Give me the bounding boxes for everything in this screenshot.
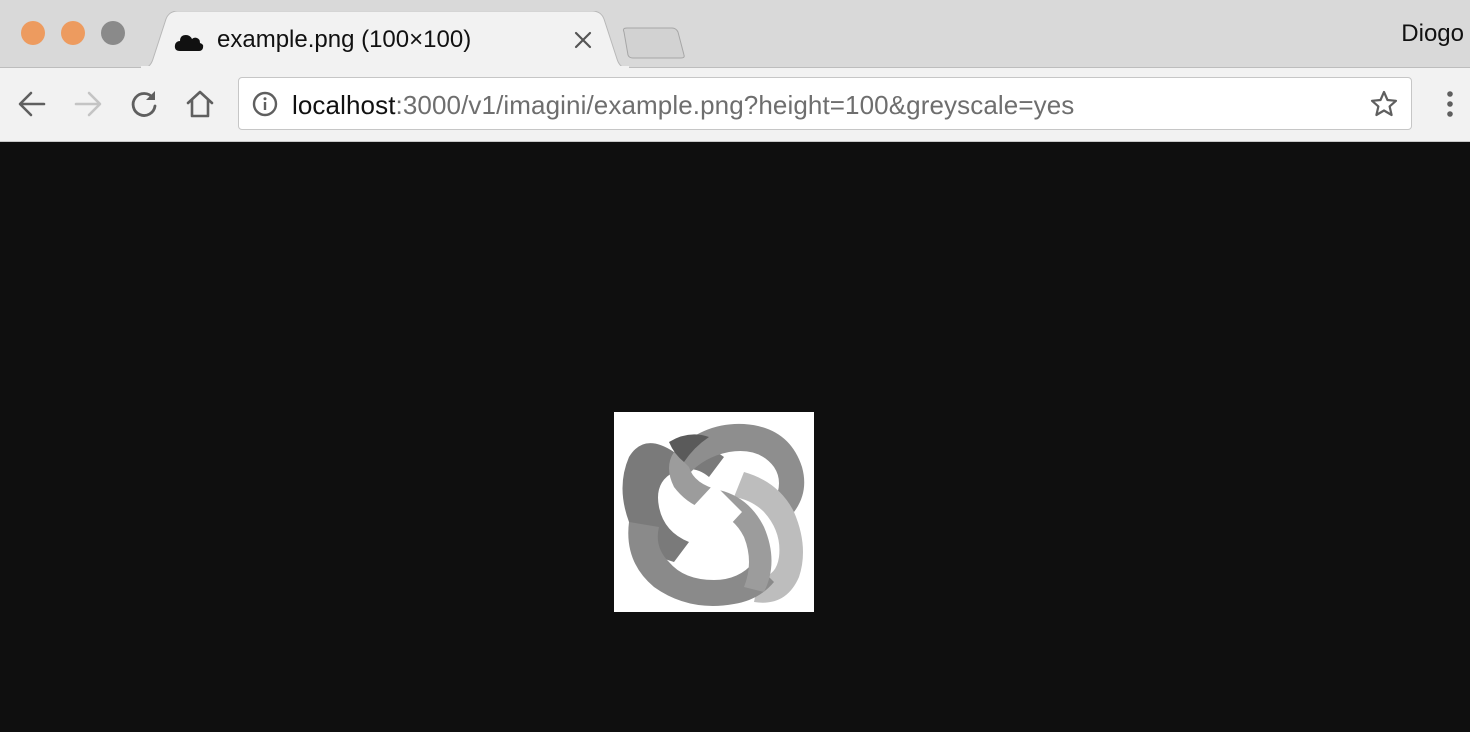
back-button[interactable]	[14, 86, 50, 122]
new-tab-button[interactable]	[618, 26, 686, 60]
window-maximize-button[interactable]	[101, 21, 125, 45]
home-button[interactable]	[182, 86, 218, 122]
tab-title: example.png (100×100)	[217, 26, 472, 53]
window-minimize-button[interactable]	[61, 21, 85, 45]
page-viewport	[0, 142, 1470, 732]
greyscale-knot-image	[614, 412, 814, 612]
home-icon	[186, 90, 214, 118]
tab-active[interactable]: example.png (100×100)	[140, 11, 630, 69]
back-arrow-icon	[18, 91, 46, 117]
kebab-menu-icon	[1447, 91, 1453, 117]
address-bar[interactable]: localhost:3000/v1/imagini/example.png?he…	[238, 77, 1412, 130]
toolbar: localhost:3000/v1/imagini/example.png?he…	[0, 68, 1470, 142]
star-icon[interactable]	[1369, 89, 1399, 119]
forward-arrow-icon	[74, 91, 102, 117]
close-icon[interactable]	[570, 27, 596, 53]
url-host: localhost	[292, 90, 396, 120]
menu-button[interactable]	[1432, 86, 1468, 122]
browser-window: example.png (100×100) Diogo localhost:30…	[0, 0, 1470, 732]
cloud-icon	[174, 31, 204, 53]
url-path: :3000/v1/imagini/example.png?height=100&…	[395, 90, 1075, 120]
forward-button[interactable]	[70, 86, 106, 122]
reload-button[interactable]	[126, 86, 162, 122]
url-text[interactable]: localhost:3000/v1/imagini/example.png?he…	[292, 90, 1074, 121]
profile-name[interactable]: Diogo	[1401, 20, 1464, 48]
window-close-button[interactable]	[21, 21, 45, 45]
reload-icon	[131, 91, 157, 117]
tab-strip: example.png (100×100) Diogo	[0, 0, 1470, 69]
info-icon[interactable]	[252, 91, 278, 117]
